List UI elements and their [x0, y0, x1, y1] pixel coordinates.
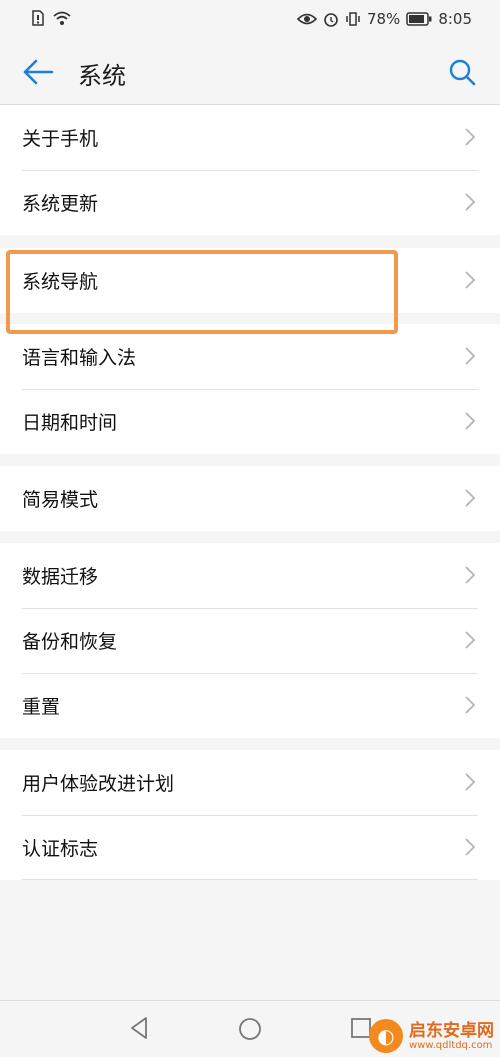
chevron-right-icon [465, 838, 476, 856]
clock-time: 8:05 [438, 10, 472, 28]
list-item[interactable]: 数据迁移 [0, 543, 500, 608]
sim-alert-icon [32, 10, 44, 26]
watermark-text: 启东安卓网 [409, 1020, 494, 1041]
chevron-right-icon [465, 193, 476, 211]
settings-group-4: 简易模式 [0, 466, 500, 531]
status-bar: 78% 8:05 [0, 0, 500, 40]
divider [22, 879, 478, 880]
item-label: 用户体验改进计划 [22, 773, 175, 795]
item-label: 数据迁移 [22, 566, 99, 588]
item-label: 日期和时间 [22, 412, 118, 434]
highlight-box [6, 250, 398, 334]
chevron-right-icon [465, 347, 476, 365]
eye-icon [296, 13, 317, 25]
list-item[interactable]: 简易模式 [0, 466, 500, 531]
navigation-bar: ◐ 启东安卓网 www.qdltdq.com [0, 1000, 500, 1057]
watermark: ◐ 启东安卓网 www.qdltdq.com [369, 1019, 494, 1053]
item-label: 重置 [22, 696, 61, 718]
chevron-right-icon [465, 696, 476, 714]
chevron-right-icon [465, 566, 476, 584]
chevron-right-icon [465, 271, 476, 289]
list-item[interactable]: 系统更新 [0, 170, 500, 235]
vibrate-icon [346, 12, 360, 26]
list-item[interactable]: 日期和时间 [0, 389, 500, 454]
search-icon[interactable] [448, 58, 476, 86]
battery-icon [406, 12, 432, 26]
list-item[interactable]: 认证标志 [0, 815, 500, 880]
list-item[interactable]: 重置 [0, 673, 500, 738]
back-arrow-icon[interactable] [22, 58, 54, 86]
app-header: 系统 [0, 40, 500, 105]
settings-group-5: 数据迁移 备份和恢复 重置 [0, 543, 500, 738]
item-label: 系统更新 [22, 193, 99, 215]
item-label: 简易模式 [22, 489, 99, 511]
page-title: 系统 [78, 62, 126, 90]
item-label: 认证标志 [22, 838, 99, 860]
settings-group-1: 关于手机 系统更新 [0, 105, 500, 235]
settings-group-6: 用户体验改进计划 认证标志 [0, 750, 500, 880]
chevron-right-icon [465, 412, 476, 430]
wifi-icon [53, 11, 71, 25]
item-label: 备份和恢复 [22, 631, 118, 653]
nav-back-icon[interactable] [128, 1015, 150, 1041]
watermark-url: www.qdltdq.com [409, 1039, 493, 1051]
settings-group-3: 语言和输入法 日期和时间 [0, 324, 500, 454]
chevron-right-icon [465, 631, 476, 649]
item-label: 语言和输入法 [22, 347, 137, 369]
list-item[interactable]: 用户体验改进计划 [0, 750, 500, 815]
alarm-icon [324, 13, 338, 27]
chevron-right-icon [465, 128, 476, 146]
battery-percent: 78% [366, 10, 401, 28]
item-label: 关于手机 [22, 128, 99, 150]
chevron-right-icon [465, 773, 476, 791]
watermark-logo-icon: ◐ [369, 1019, 403, 1053]
chevron-right-icon [465, 489, 476, 507]
list-item[interactable]: 关于手机 [0, 105, 500, 170]
list-item[interactable]: 备份和恢复 [0, 608, 500, 673]
nav-home-icon[interactable] [238, 1017, 262, 1041]
